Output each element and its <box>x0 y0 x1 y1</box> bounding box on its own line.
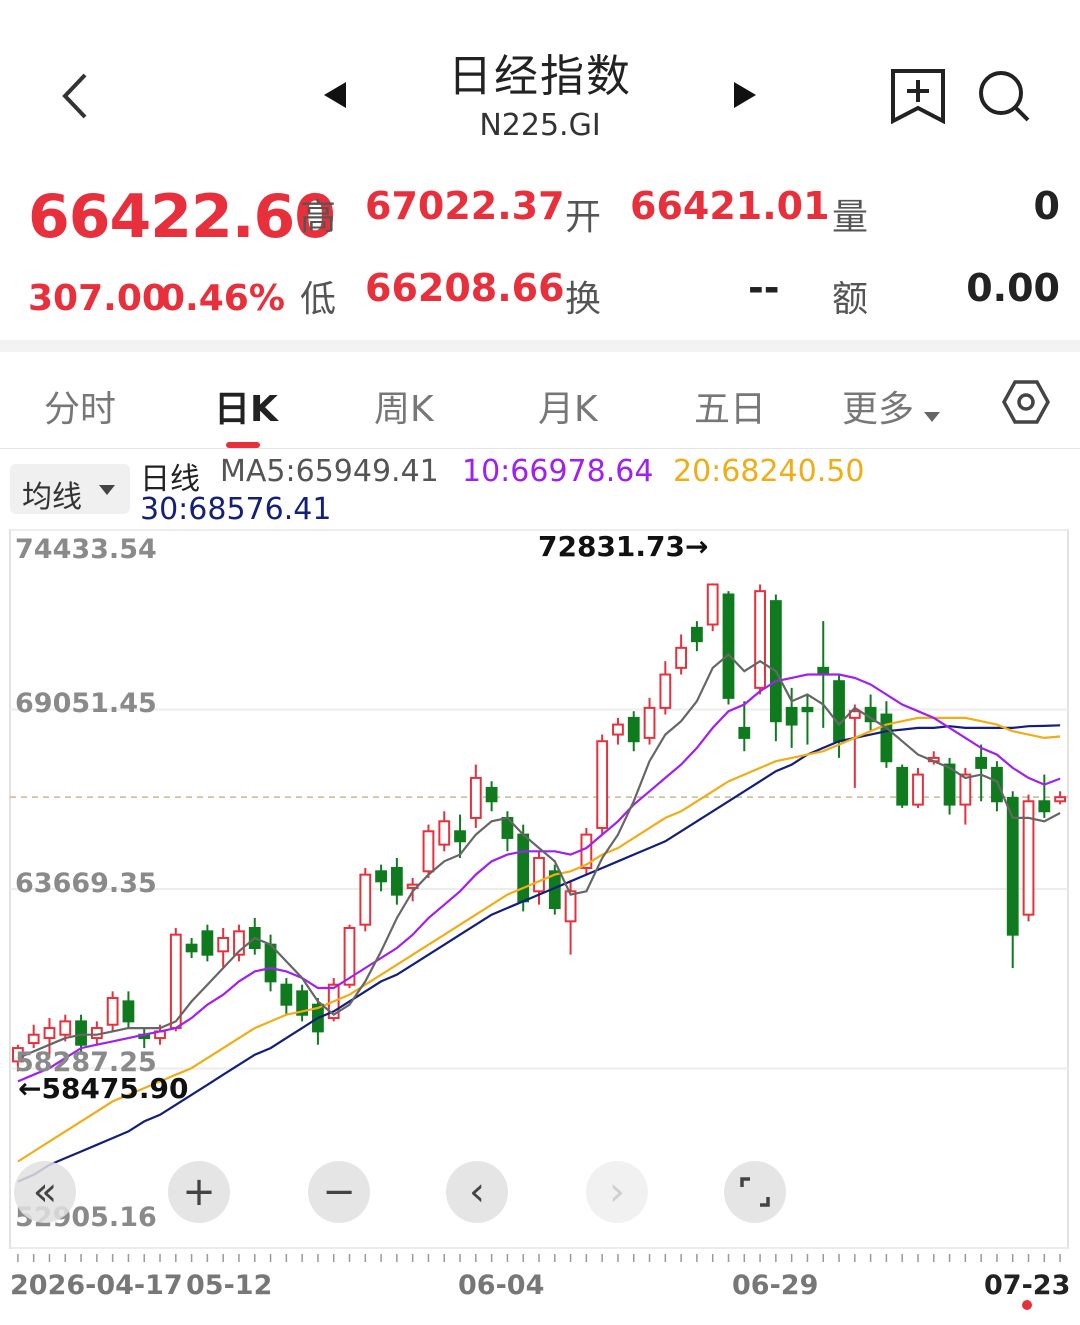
candle-up <box>1054 796 1066 803</box>
candle-down <box>454 830 466 843</box>
candle-up <box>27 1033 40 1045</box>
y-tick-label: 69051.45 <box>15 688 157 719</box>
chevron-left-icon: ‹ <box>469 1169 485 1215</box>
candle-down <box>880 713 893 763</box>
candle-up <box>706 583 719 626</box>
candle-up <box>43 1027 56 1040</box>
candle-up <box>959 773 972 806</box>
scroll-left-button[interactable]: ‹ <box>446 1161 508 1223</box>
x-tick-label: 05-12 <box>186 1270 273 1301</box>
candle-down <box>738 726 751 739</box>
zoom-out-button[interactable]: − <box>308 1161 370 1223</box>
candle-up <box>564 890 577 923</box>
x-tick-label: 07-23 <box>984 1270 1071 1301</box>
candle-up <box>106 997 119 1026</box>
candle-down <box>1038 800 1051 813</box>
min-price-annotation: ←58475.90 <box>18 1072 189 1105</box>
fullscreen-icon <box>740 1177 770 1207</box>
max-price-annotation: 72831.73→ <box>538 530 709 563</box>
candle-down <box>896 766 909 806</box>
candle-down <box>991 766 1003 803</box>
x-tick-label: 2026-04-17 <box>10 1270 183 1301</box>
candle-up <box>675 646 688 669</box>
candle-up <box>612 723 624 736</box>
latest-date-dot <box>1022 1300 1032 1310</box>
scroll-to-start-button[interactable]: « <box>14 1161 76 1223</box>
candle-down <box>722 593 735 699</box>
candle-down <box>390 866 403 896</box>
candle-up <box>533 856 545 893</box>
candle-up <box>754 590 766 689</box>
candle-down <box>801 706 814 713</box>
candle-up <box>422 830 435 873</box>
candle-down <box>691 626 703 643</box>
candle-up <box>217 937 230 953</box>
candle-down <box>833 680 845 743</box>
candle-down <box>122 1000 135 1023</box>
x-tick-label: 06-04 <box>458 1270 545 1301</box>
candle-up <box>438 820 451 846</box>
candle-down <box>485 786 498 803</box>
candle-down <box>185 943 198 953</box>
x-tick-label: 06-29 <box>732 1270 819 1301</box>
plus-icon: + <box>182 1169 216 1215</box>
candle-down <box>201 930 214 956</box>
candle-down <box>785 706 798 726</box>
candle-down <box>264 943 277 983</box>
fullscreen-button[interactable] <box>724 1161 786 1223</box>
minus-icon: − <box>322 1169 356 1215</box>
y-tick-label: 74433.54 <box>15 534 157 565</box>
chevron-right-icon: › <box>609 1169 625 1215</box>
candle-up <box>912 773 924 806</box>
candle-up <box>169 933 182 1030</box>
candlestick-chart[interactable] <box>0 0 1080 1325</box>
y-tick-label: 63669.35 <box>15 868 157 899</box>
candle-up <box>659 673 672 709</box>
candle-down <box>517 833 530 903</box>
candle-down <box>769 600 782 723</box>
candle-down <box>75 1020 87 1046</box>
candle-up <box>359 873 372 926</box>
zoom-in-button[interactable]: + <box>168 1161 230 1223</box>
candle-down <box>280 983 293 1006</box>
candle-up <box>596 740 609 829</box>
candle-down <box>627 716 640 743</box>
candle-up <box>469 776 482 819</box>
candle-up <box>59 1020 72 1036</box>
scroll-right-button[interactable]: › <box>586 1161 648 1223</box>
candle-up <box>643 706 656 739</box>
candle-down <box>975 756 988 769</box>
candle-down <box>375 870 387 883</box>
double-chevron-left-icon: « <box>32 1169 58 1215</box>
